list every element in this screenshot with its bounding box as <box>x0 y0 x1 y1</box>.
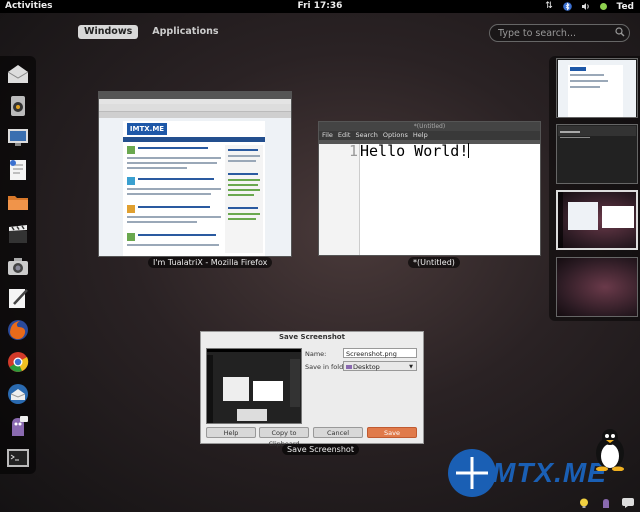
movie-clapper-icon[interactable] <box>6 222 30 246</box>
post-thumbnail <box>127 233 135 241</box>
menu-search: Search <box>355 131 378 139</box>
workspace-3-active[interactable] <box>556 190 638 250</box>
menu-file: File <box>322 131 333 139</box>
pidgin-icon[interactable] <box>6 414 30 438</box>
text-line <box>127 244 219 246</box>
speaker-icon[interactable] <box>6 94 30 118</box>
window-titlebar: *(Untitled) <box>319 122 540 131</box>
text-editor-icon[interactable] <box>6 158 30 182</box>
firefox-icon[interactable] <box>6 318 30 342</box>
workspace-window <box>602 206 634 228</box>
pidgin-tray-icon[interactable] <box>601 498 611 508</box>
dash <box>0 56 36 474</box>
text-line <box>127 157 221 159</box>
notification-bulb-icon[interactable] <box>579 498 589 508</box>
network-arrows-icon[interactable]: ⇅ <box>545 2 554 11</box>
user-status-icon[interactable] <box>599 2 608 11</box>
browser-content: IMTX.ME <box>99 118 291 256</box>
workspace-window <box>558 60 636 117</box>
help-button[interactable]: Help <box>206 427 256 438</box>
folder-select-value: Desktop <box>353 363 380 371</box>
tab-windows[interactable]: Windows <box>78 25 139 39</box>
workspace-2[interactable] <box>556 124 638 184</box>
file-manager-folder-icon[interactable] <box>6 190 30 214</box>
text-line <box>127 221 197 223</box>
text-line <box>127 167 187 169</box>
search-box[interactable] <box>489 24 630 42</box>
window-caption-dialog[interactable]: Save Screenshot <box>282 444 359 455</box>
text-line <box>127 162 217 164</box>
terminal-icon[interactable] <box>6 446 30 470</box>
workspace-window <box>568 202 598 230</box>
camera-icon[interactable] <box>6 254 30 278</box>
workspace-1[interactable] <box>556 58 638 118</box>
post-title <box>138 234 216 236</box>
post-thumbnail <box>127 146 135 154</box>
cancel-button[interactable]: Cancel <box>313 427 363 438</box>
screenshot-preview <box>206 348 302 424</box>
pen-editor-icon[interactable] <box>6 286 30 310</box>
editor-text: Hello World! <box>360 142 470 160</box>
post-title <box>138 147 208 149</box>
mail-envelope-icon[interactable] <box>6 62 30 86</box>
line-number-gutter <box>319 144 360 255</box>
save-button[interactable]: Save <box>367 427 417 438</box>
menu-edit: Edit <box>337 131 351 139</box>
post-thumbnail <box>127 205 135 213</box>
text-cursor <box>468 143 470 158</box>
tab-applications[interactable]: Applications <box>146 25 224 39</box>
navigation-toolbar <box>99 104 291 112</box>
save-screenshot-dialog: Save Screenshot Name: Screenshot.png Sav… <box>200 331 424 448</box>
page-sidebar <box>225 145 263 253</box>
chrome-icon[interactable] <box>6 350 30 374</box>
chat-tray-icon[interactable] <box>622 498 634 508</box>
search-icon <box>615 27 625 37</box>
menu-help: Help <box>412 131 428 139</box>
dialog-title: Save Screenshot <box>279 333 345 341</box>
user-menu[interactable]: Ted <box>617 2 635 12</box>
text-line <box>127 193 211 195</box>
view-selector: Windows Applications <box>78 25 225 39</box>
name-label: Name: <box>305 350 327 358</box>
window-caption-gedit[interactable]: *(Untitled) <box>408 257 460 268</box>
workspace-4[interactable] <box>556 257 638 317</box>
web-page: IMTX.ME <box>123 121 265 256</box>
volume-icon[interactable] <box>581 2 590 11</box>
copy-to-clipboard-button[interactable]: Copy to Clipboard <box>259 427 309 448</box>
menubar: File Edit Search Options Help <box>319 131 540 140</box>
window-thumbnail-firefox[interactable]: IMTX.ME <box>98 91 292 257</box>
text-line <box>127 216 221 218</box>
menu-options: Options <box>382 131 408 139</box>
window-thumbnail-gedit[interactable]: *(Untitled) File Edit Search Options Hel… <box>318 121 541 256</box>
search-input[interactable] <box>496 26 608 41</box>
site-logo: IMTX.ME <box>127 123 167 135</box>
tux-penguin-icon <box>590 427 630 472</box>
folder-select[interactable]: Desktop ▼ <box>343 361 417 371</box>
site-nav-bar <box>123 137 265 142</box>
post-title <box>138 206 210 208</box>
line-number: 1 <box>349 142 359 160</box>
screenshot-monitor-icon[interactable] <box>6 126 30 150</box>
thunderbird-icon[interactable] <box>6 382 30 406</box>
filename-input[interactable]: Screenshot.png <box>343 348 417 358</box>
post-title <box>138 178 214 180</box>
text-line <box>127 188 221 190</box>
post-thumbnail <box>127 177 135 185</box>
top-panel: Activities Fri 17:36 ⇅ Ted <box>0 0 640 13</box>
window-caption-firefox[interactable]: I'm TualatriX - Mozilla Firefox <box>148 257 273 268</box>
window-titlebar <box>99 92 291 99</box>
bluetooth-icon[interactable] <box>562 2 572 11</box>
activities-button[interactable]: Activities <box>5 0 53 13</box>
folder-icon <box>346 365 352 369</box>
chevron-down-icon: ▼ <box>409 364 413 370</box>
